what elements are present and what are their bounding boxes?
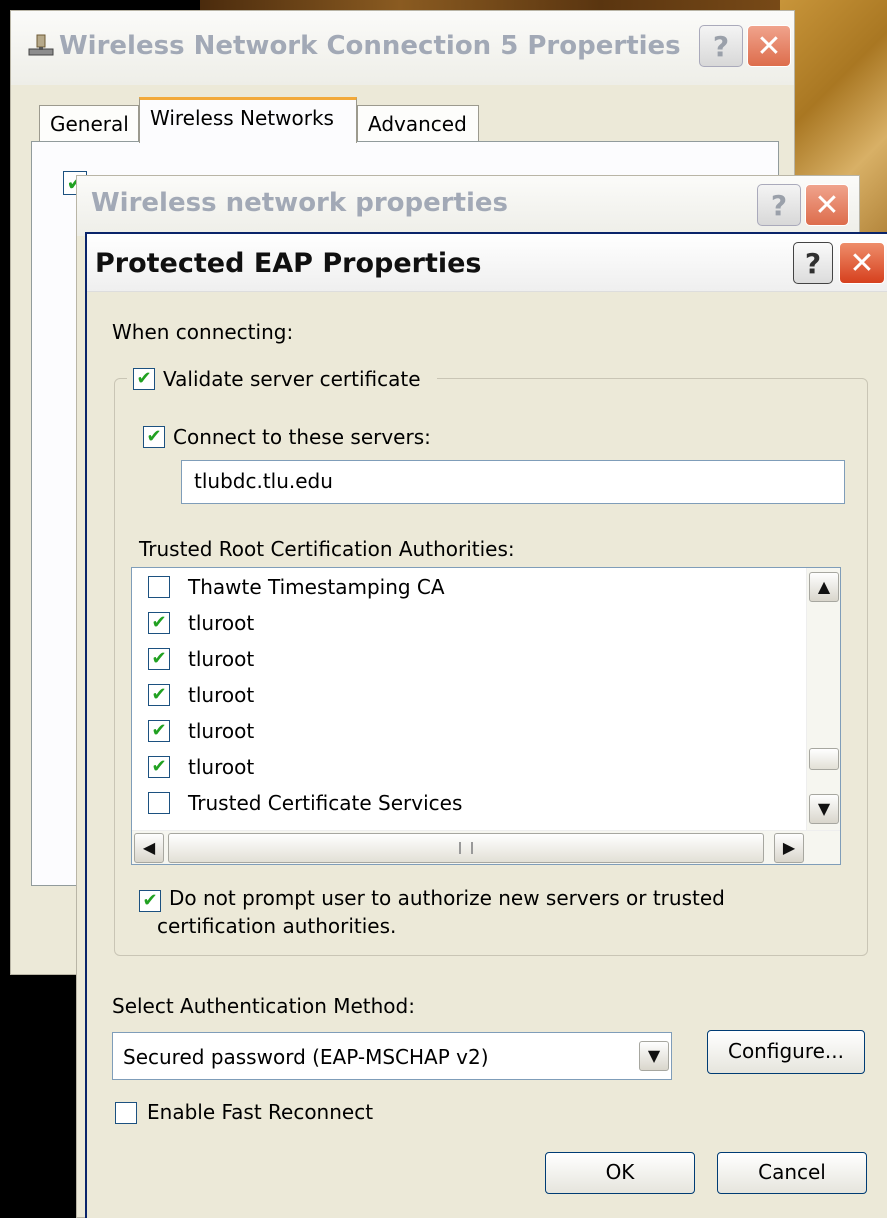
- auth-method-value: Secured password (EAP-MSCHAP v2): [123, 1045, 489, 1069]
- tab-general[interactable]: General: [39, 105, 139, 141]
- ca-checkbox[interactable]: ✔: [148, 648, 170, 670]
- list-item[interactable]: ✔ tluroot: [132, 678, 808, 714]
- ca-name: tluroot: [188, 611, 255, 635]
- ca-checkbox[interactable]: [148, 576, 170, 598]
- close-button[interactable]: ✕: [805, 184, 849, 226]
- ca-name: Thawte Timestamping CA: [188, 575, 445, 599]
- no-prompt-label-line1: Do not prompt user to authorize new serv…: [169, 886, 725, 910]
- ca-checkbox[interactable]: ✔: [148, 756, 170, 778]
- horizontal-scrollbar[interactable]: ◀ ▶: [132, 830, 840, 864]
- list-item[interactable]: ✔ tluroot: [132, 750, 808, 786]
- tab-advanced[interactable]: Advanced: [357, 105, 479, 141]
- list-item[interactable]: ✔ tluroot: [132, 714, 808, 750]
- trusted-ca-list[interactable]: Thawte Timestamping CA ✔ tluroot ✔ tluro…: [131, 567, 841, 865]
- scroll-down-arrow-icon[interactable]: ▼: [809, 794, 839, 824]
- protected-eap-properties-dialog: Protected EAP Properties ? ✕ When connec…: [85, 232, 887, 1218]
- scroll-up-arrow-icon[interactable]: ▲: [809, 572, 839, 602]
- auth-method-select[interactable]: Secured password (EAP-MSCHAP v2) ▼: [112, 1032, 672, 1080]
- configure-button[interactable]: Configure...: [707, 1030, 865, 1074]
- validate-certificate-label: Validate server certificate: [163, 367, 421, 391]
- ca-checkbox[interactable]: ✔: [148, 612, 170, 634]
- window-title: Wireless network properties: [91, 188, 509, 218]
- ca-name: tluroot: [188, 755, 255, 779]
- ca-name: tluroot: [188, 719, 255, 743]
- group-caption-area: ✔ Validate server certificate: [127, 364, 437, 398]
- scroll-left-arrow-icon[interactable]: ◀: [134, 833, 164, 863]
- grip-icon: [459, 842, 473, 854]
- list-item[interactable]: Thawte Timestamping CA: [132, 570, 808, 606]
- help-button[interactable]: ?: [699, 25, 743, 67]
- close-button[interactable]: ✕: [839, 242, 885, 284]
- fast-reconnect-label: Enable Fast Reconnect: [147, 1100, 374, 1124]
- ca-name: Trusted Certificate Services: [188, 791, 463, 815]
- window-title: Wireless Network Connection 5 Properties: [59, 31, 681, 61]
- list-item[interactable]: ✔ tluroot: [132, 642, 808, 678]
- chevron-down-icon[interactable]: ▼: [639, 1041, 669, 1071]
- ca-name: tluroot: [188, 683, 255, 707]
- ca-checkbox[interactable]: ✔: [148, 720, 170, 742]
- when-connecting-label: When connecting:: [112, 320, 294, 344]
- help-button[interactable]: ?: [793, 242, 833, 284]
- dialog-title: Protected EAP Properties: [95, 248, 482, 279]
- title-bar[interactable]: Wireless network properties ? ✕: [77, 176, 859, 236]
- connect-servers-checkbox[interactable]: ✔: [143, 426, 165, 448]
- network-connection-icon: [28, 34, 54, 56]
- list-item[interactable]: Trusted Certificate Services: [132, 786, 808, 822]
- ok-button[interactable]: OK: [545, 1152, 695, 1194]
- title-bar[interactable]: Wireless Network Connection 5 Properties…: [11, 11, 794, 85]
- tab-wireless-networks[interactable]: Wireless Networks: [139, 97, 357, 143]
- cancel-button[interactable]: Cancel: [717, 1152, 867, 1194]
- no-prompt-label-line2: certification authorities.: [157, 914, 397, 938]
- scroll-right-arrow-icon[interactable]: ▶: [774, 833, 804, 863]
- ca-checkbox[interactable]: ✔: [148, 684, 170, 706]
- scroll-thumb[interactable]: [809, 748, 839, 770]
- trusted-ca-label: Trusted Root Certification Authorities:: [139, 537, 515, 561]
- connect-servers-label: Connect to these servers:: [173, 425, 431, 449]
- close-button[interactable]: ✕: [747, 25, 791, 67]
- auth-method-label: Select Authentication Method:: [112, 994, 415, 1018]
- help-button[interactable]: ?: [757, 184, 801, 226]
- servers-input[interactable]: tlubdc.tlu.edu: [181, 460, 845, 504]
- validate-certificate-checkbox[interactable]: ✔: [133, 368, 155, 390]
- vertical-scrollbar[interactable]: ▲ ▼: [806, 568, 840, 830]
- fast-reconnect-checkbox[interactable]: [115, 1102, 137, 1124]
- no-prompt-checkbox[interactable]: ✔: [139, 890, 161, 912]
- ca-name: tluroot: [188, 647, 255, 671]
- ca-checkbox[interactable]: [148, 792, 170, 814]
- title-bar[interactable]: Protected EAP Properties ? ✕: [87, 234, 887, 292]
- list-item[interactable]: ✔ tluroot: [132, 606, 808, 642]
- scroll-thumb[interactable]: [168, 833, 764, 863]
